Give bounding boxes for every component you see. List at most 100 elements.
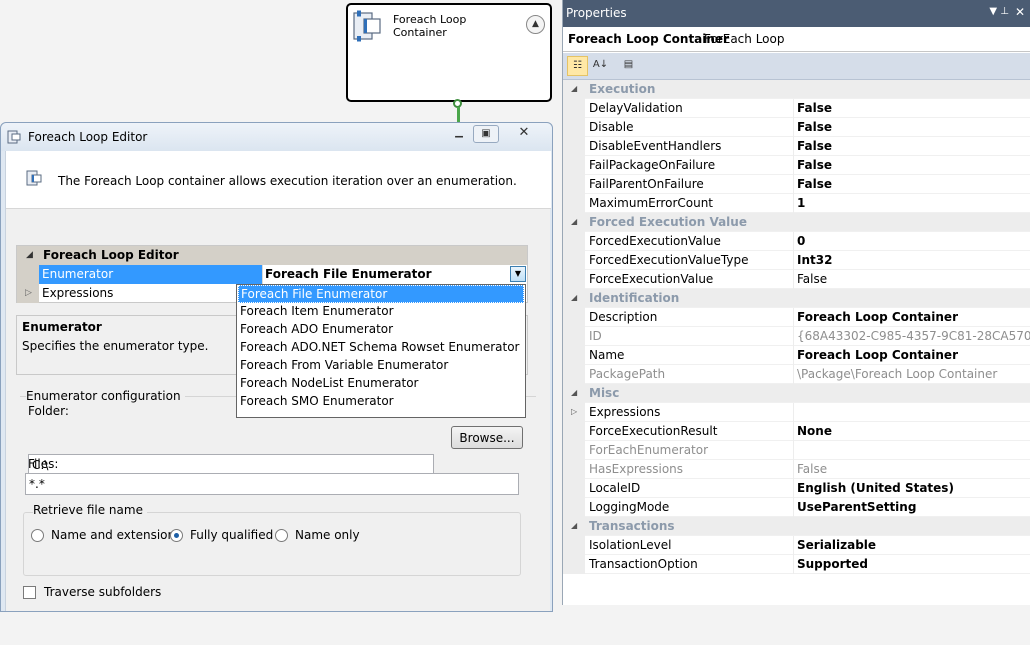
property-row[interactable]: ForceExecutionValue False <box>563 270 1030 289</box>
property-name[interactable]: DisableEventHandlers <box>587 137 793 156</box>
property-category[interactable]: ◢ Misc <box>563 384 1030 403</box>
property-row[interactable]: ForcedExecutionValue 0 <box>563 232 1030 251</box>
collapse-triangle-icon[interactable]: ◢ <box>571 388 577 397</box>
checkbox-box[interactable] <box>23 585 36 599</box>
property-name[interactable]: HasExpressions <box>587 460 793 479</box>
property-row[interactable]: ForEachEnumerator <box>563 441 1030 460</box>
minimize-icon[interactable]: ▁ <box>449 125 469 143</box>
files-input[interactable] <box>25 473 519 495</box>
property-row[interactable]: Description Foreach Loop Container <box>563 308 1030 327</box>
radio-circle[interactable] <box>275 528 288 542</box>
property-name[interactable]: ForcedExecutionValue <box>587 232 793 251</box>
property-category[interactable]: ◢ Execution <box>563 80 1030 99</box>
expand-triangle-icon[interactable]: ▷ <box>571 407 577 416</box>
property-name[interactable]: DelayValidation <box>587 99 793 118</box>
property-row[interactable]: Name Foreach Loop Container <box>563 346 1030 365</box>
property-value[interactable]: 0 <box>793 232 1030 251</box>
property-name[interactable]: ForceExecutionResult <box>587 422 793 441</box>
grid-row-enumerator[interactable]: Enumerator Foreach File Enumerator ▼ <box>17 265 527 284</box>
property-name[interactable]: MaximumErrorCount <box>587 194 793 213</box>
property-value[interactable] <box>793 403 1030 422</box>
dropdown-option[interactable]: Foreach NodeList Enumerator <box>237 375 525 393</box>
collapse-triangle-icon[interactable]: ◢ <box>571 293 577 302</box>
property-name[interactable]: TransactionOption <box>587 555 793 574</box>
property-value[interactable]: Serializable <box>793 536 1030 555</box>
property-name[interactable]: Disable <box>587 118 793 137</box>
property-name[interactable]: Description <box>587 308 793 327</box>
property-name[interactable]: FailPackageOnFailure <box>587 156 793 175</box>
property-value[interactable]: False <box>793 270 1030 289</box>
property-row[interactable]: Disable False <box>563 118 1030 137</box>
dialog-titlebar[interactable]: Foreach Loop Editor ▁ ▣ ✕ <box>1 123 552 151</box>
property-value[interactable]: False <box>793 118 1030 137</box>
traverse-subfolders-checkbox[interactable]: Traverse subfolders <box>23 585 161 599</box>
enumerator-dropdown-list[interactable]: Foreach File Enumerator Foreach Item Enu… <box>236 284 526 418</box>
close-icon[interactable]: ✕ <box>501 125 547 143</box>
categorized-icon[interactable]: ☷ <box>567 56 588 76</box>
property-row[interactable]: ForceExecutionResult None <box>563 422 1030 441</box>
alphabetical-sort-icon[interactable]: A↓ <box>590 56 611 76</box>
dropdown-option[interactable]: Foreach Item Enumerator <box>237 303 525 321</box>
property-value[interactable]: False <box>793 175 1030 194</box>
property-row[interactable]: FailPackageOnFailure False <box>563 156 1030 175</box>
property-row[interactable]: IsolationLevel Serializable <box>563 536 1030 555</box>
property-row[interactable]: ForcedExecutionValueType Int32 <box>563 251 1030 270</box>
property-name[interactable]: FailParentOnFailure <box>587 175 793 194</box>
property-name[interactable]: Name <box>587 346 793 365</box>
maximize-icon[interactable]: ▣ <box>473 125 499 143</box>
collapse-chevron-up-icon[interactable]: ▲ <box>526 15 545 34</box>
property-row[interactable]: FailParentOnFailure False <box>563 175 1030 194</box>
property-row[interactable]: ID{68A43302-C985-4357-9C81-28CA570C0387} <box>563 327 1030 346</box>
property-row[interactable]: HasExpressions False <box>563 460 1030 479</box>
grid-category[interactable]: ◢ Foreach Loop Editor <box>17 246 527 265</box>
task-header[interactable]: Foreach Loop Container ▲ <box>348 5 550 47</box>
property-value[interactable]: Supported <box>793 555 1030 574</box>
property-name[interactable]: LoggingMode <box>587 498 793 517</box>
property-name[interactable]: ForcedExecutionValueType <box>587 251 793 270</box>
object-selector[interactable]: Foreach Loop Container ForEach Loop <box>563 27 1030 52</box>
property-name[interactable]: PackagePath <box>587 365 793 384</box>
collapse-triangle-icon[interactable]: ◢ <box>571 84 577 93</box>
property-category[interactable]: ◢ Transactions <box>563 517 1030 536</box>
precedence-connector[interactable] <box>457 107 460 123</box>
property-category[interactable]: ◢ Identification <box>563 289 1030 308</box>
property-row[interactable]: DisableEventHandlers False <box>563 137 1030 156</box>
radio-fully-qualified[interactable]: Fully qualified <box>170 528 273 542</box>
property-name[interactable]: ID <box>587 327 793 346</box>
radio-circle-selected[interactable] <box>170 528 183 542</box>
dropdown-option[interactable]: Foreach From Variable Enumerator <box>237 357 525 375</box>
radio-name-only[interactable]: Name only <box>275 528 360 542</box>
grid-row-name[interactable]: Enumerator <box>39 265 262 284</box>
property-name[interactable]: ForceExecutionValue <box>587 270 793 289</box>
radio-name-and-extension[interactable]: Name and extension <box>31 528 175 542</box>
property-category[interactable]: ◢ Forced Execution Value <box>563 213 1030 232</box>
property-name[interactable]: Expressions <box>587 403 793 422</box>
property-row[interactable]: DelayValidation False <box>563 99 1030 118</box>
property-value[interactable]: English (United States) <box>793 479 1030 498</box>
dropdown-option[interactable]: Foreach File Enumerator <box>238 285 524 303</box>
property-value[interactable]: False <box>793 156 1030 175</box>
collapse-triangle-icon[interactable]: ◢ <box>571 521 577 530</box>
collapse-triangle-icon[interactable]: ◢ <box>571 217 577 226</box>
property-value[interactable]: False <box>793 137 1030 156</box>
browse-button[interactable]: Browse... <box>451 426 523 449</box>
dropdown-option[interactable]: Foreach SMO Enumerator <box>237 393 525 411</box>
property-value[interactable]: None <box>793 422 1030 441</box>
foreach-loop-container-task[interactable]: Foreach Loop Container ▲ <box>346 3 552 102</box>
property-name[interactable]: ForEachEnumerator <box>587 441 793 460</box>
property-value[interactable]: UseParentSetting <box>793 498 1030 517</box>
property-value[interactable]: 1 <box>793 194 1030 213</box>
collapse-triangle-icon[interactable]: ◢ <box>26 250 33 260</box>
property-value[interactable]: Int32 <box>793 251 1030 270</box>
property-row[interactable]: LocaleID English (United States) <box>563 479 1030 498</box>
dropdown-option[interactable]: Foreach ADO Enumerator <box>237 321 525 339</box>
property-row[interactable]: PackagePath \Package\Foreach Loop Contain… <box>563 365 1030 384</box>
property-name[interactable]: LocaleID <box>587 479 793 498</box>
property-row[interactable]: ▷ Expressions <box>563 403 1030 422</box>
expand-triangle-icon[interactable]: ▷ <box>25 288 32 298</box>
property-value[interactable]: False <box>793 99 1030 118</box>
property-row[interactable]: TransactionOption Supported <box>563 555 1030 574</box>
enumerator-value[interactable]: Foreach File Enumerator ▼ <box>262 265 527 284</box>
property-value[interactable]: Foreach Loop Container <box>793 346 1030 365</box>
property-row[interactable]: LoggingMode UseParentSetting <box>563 498 1030 517</box>
